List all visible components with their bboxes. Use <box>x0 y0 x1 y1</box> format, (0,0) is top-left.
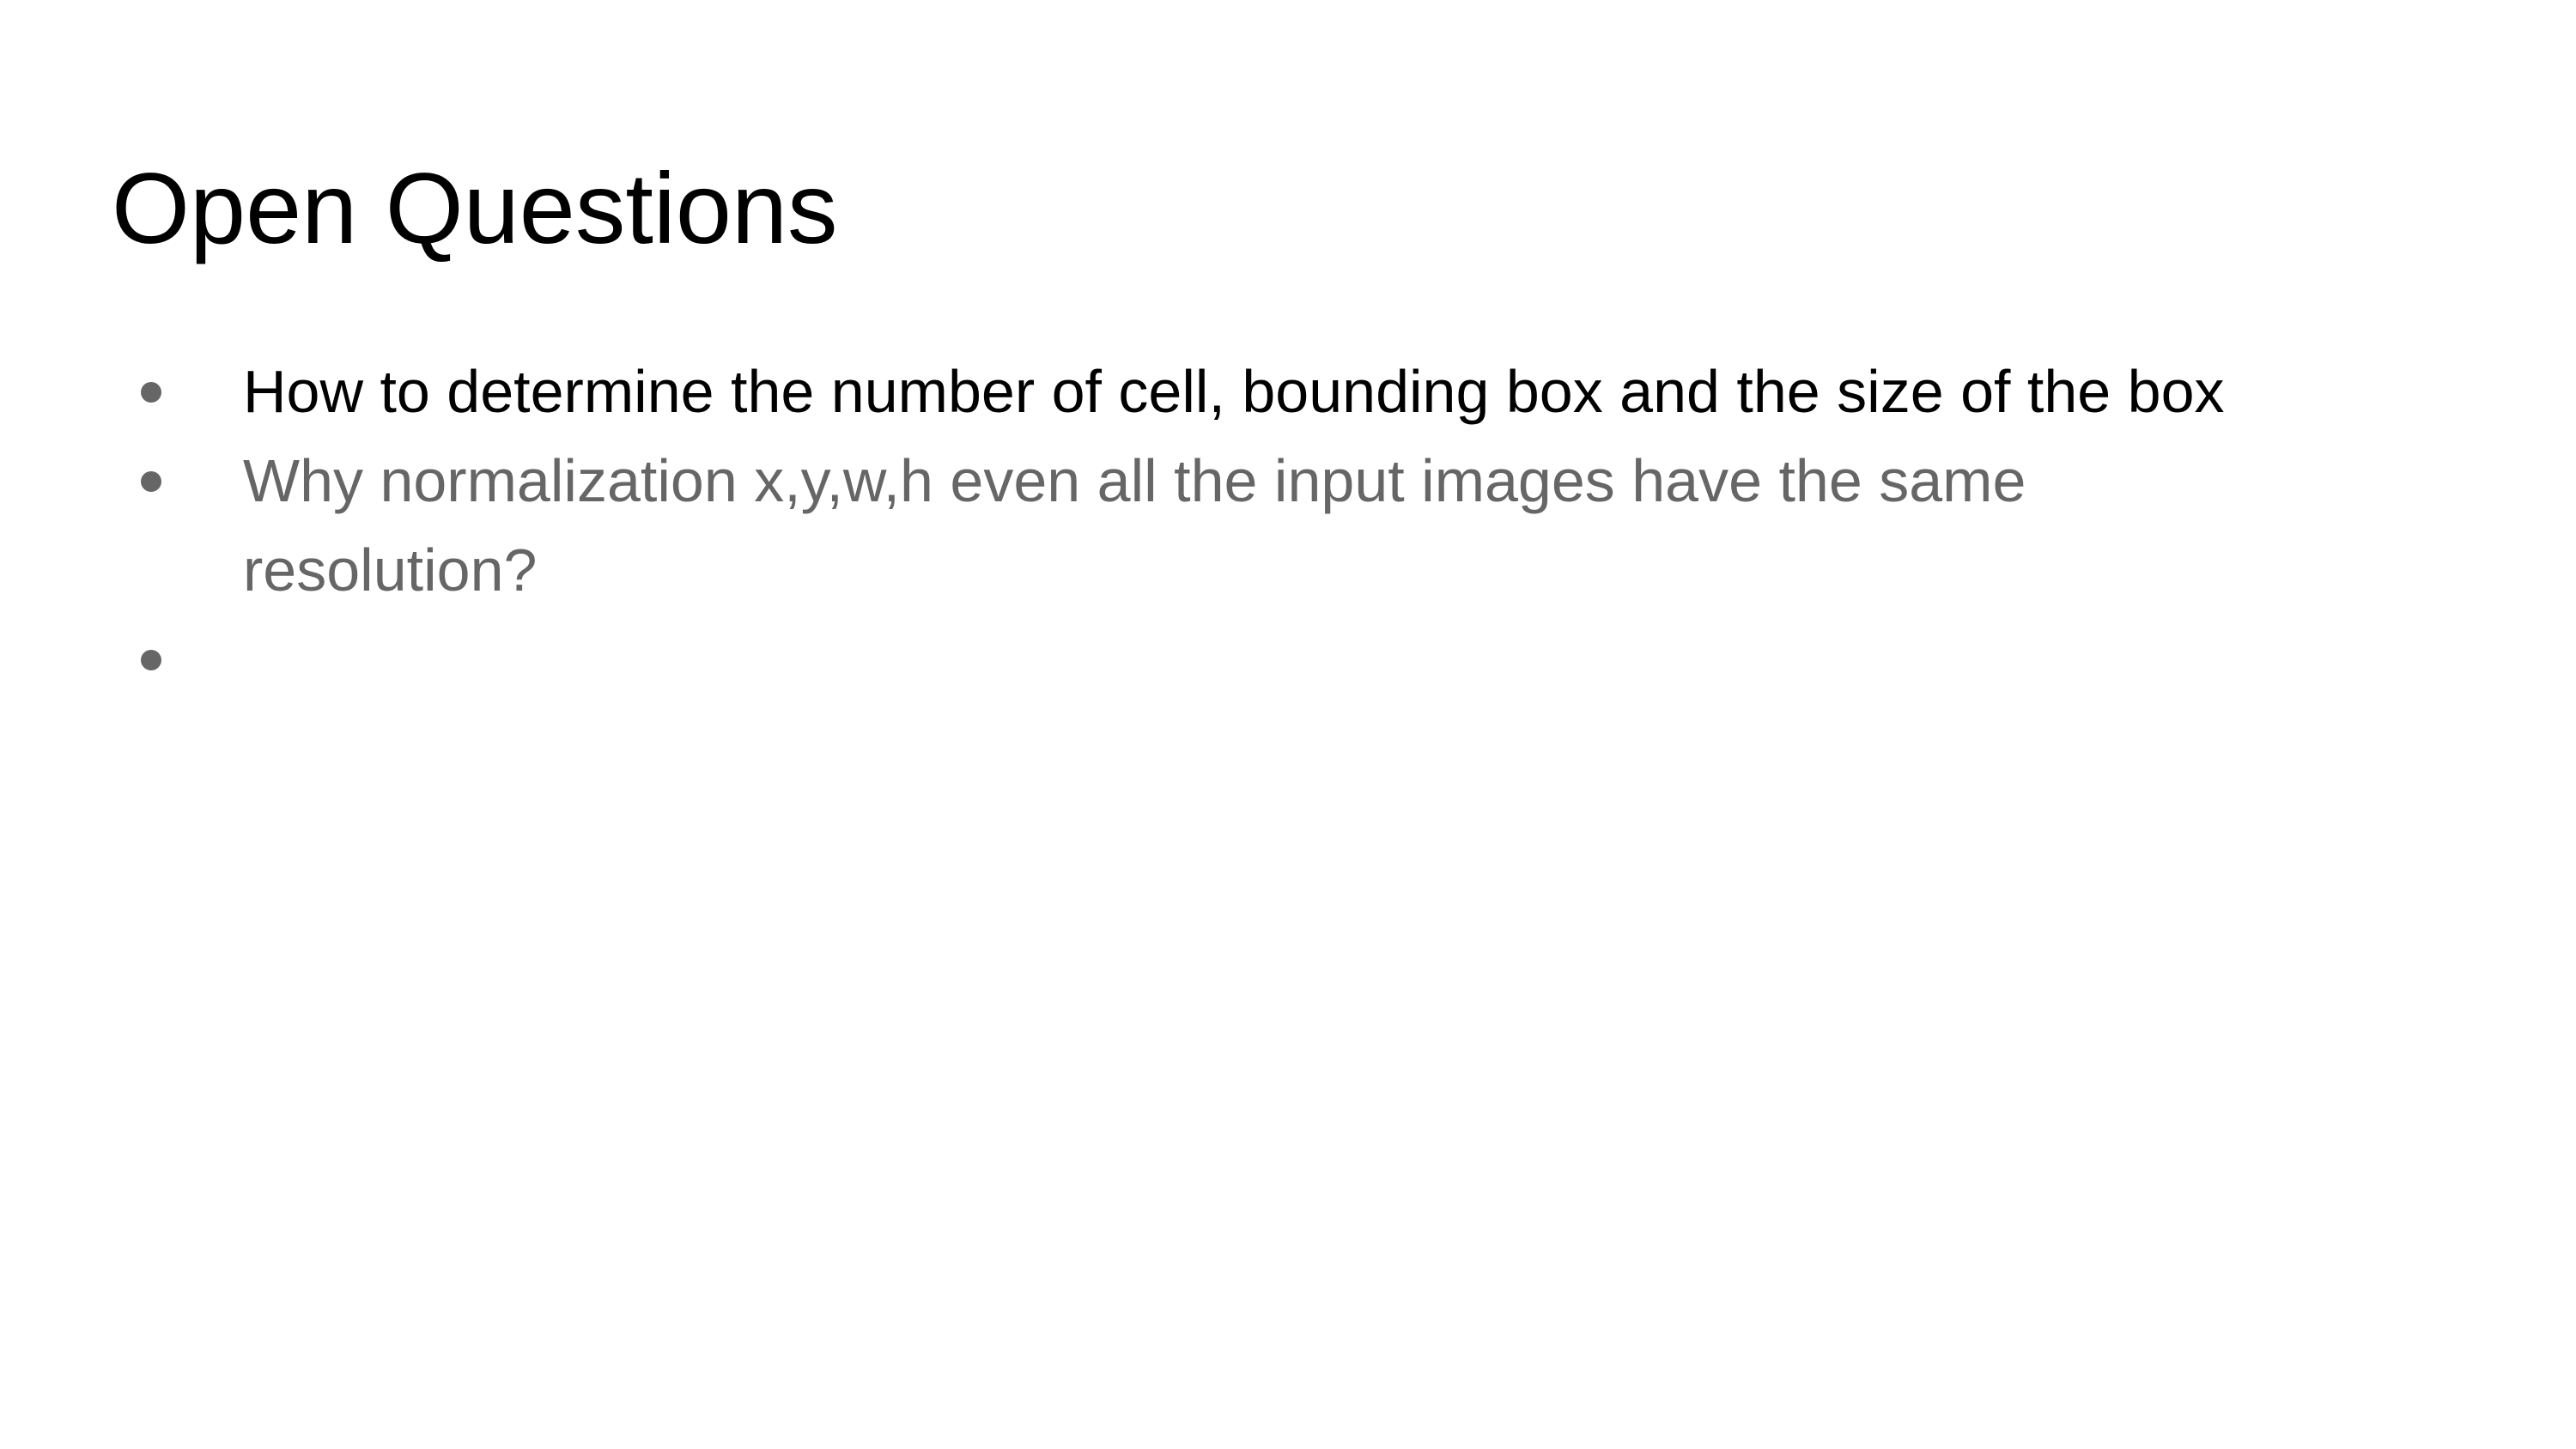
bullet-dot-icon <box>141 650 161 670</box>
bullet-text: Why normalization x,y,w,h even all the i… <box>243 447 2026 603</box>
bullet-item: How to determine the number of cell, bou… <box>0 347 2372 436</box>
slide-title: Open Questions <box>112 152 838 264</box>
bullet-text: How to determine the number of cell, bou… <box>243 358 2225 425</box>
bullet-item: Why normalization x,y,w,h even all the i… <box>0 436 2218 615</box>
bullet-dot-icon <box>141 471 161 492</box>
bullet-dot-icon <box>141 382 161 403</box>
bullet-item-empty[interactable] <box>0 615 2372 704</box>
bullet-list: How to determine the number of cell, bou… <box>0 347 2576 704</box>
